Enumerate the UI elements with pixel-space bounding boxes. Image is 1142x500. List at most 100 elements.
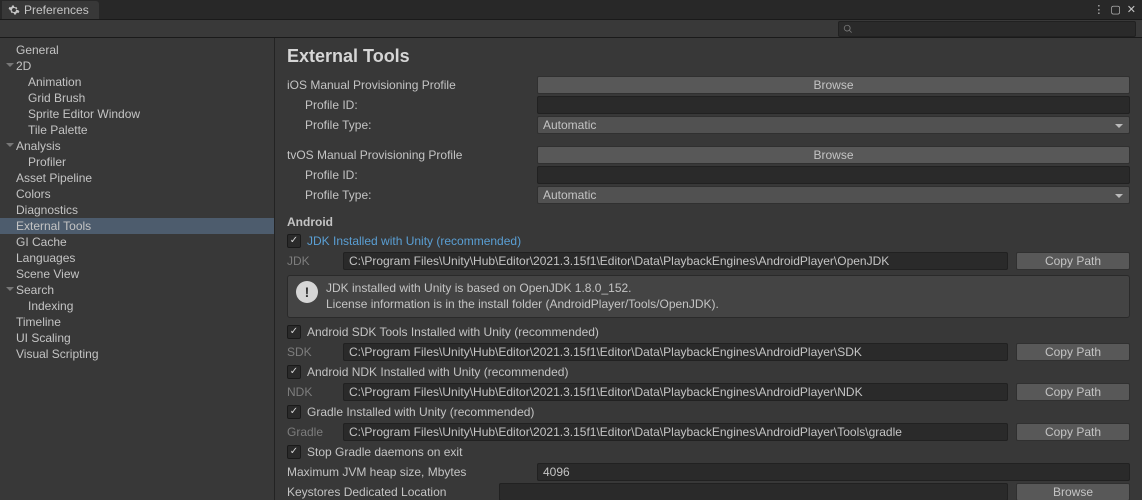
sidebar-item-asset-pipeline[interactable]: Asset Pipeline	[0, 170, 274, 186]
toolbar	[0, 20, 1142, 38]
sidebar-item-label: Animation	[28, 75, 81, 89]
tvos-browse-button[interactable]: Browse	[537, 146, 1130, 164]
sidebar-item-languages[interactable]: Languages	[0, 250, 274, 266]
gear-icon	[8, 4, 20, 16]
jdk-checkbox-label[interactable]: JDK Installed with Unity (recommended)	[307, 234, 521, 248]
sidebar-item-scene-view[interactable]: Scene View	[0, 266, 274, 282]
sidebar-item-label: Grid Brush	[28, 91, 85, 105]
stop-daemons-label: Stop Gradle daemons on exit	[307, 445, 462, 459]
page-title: External Tools	[287, 46, 1130, 67]
ios-profile-type-dropdown[interactable]: Automatic	[537, 116, 1130, 134]
chevron-down-icon	[4, 59, 16, 71]
jvm-heap-field[interactable]: 4096	[537, 463, 1130, 481]
sidebar-item-animation[interactable]: Animation	[0, 74, 274, 90]
sidebar-item-label: General	[16, 43, 59, 57]
close-icon[interactable]: ✕	[1127, 3, 1136, 16]
chevron-down-icon	[4, 139, 16, 151]
ios-profile-id-label: Profile ID:	[287, 98, 537, 112]
tvos-profile-type-label: Profile Type:	[287, 188, 537, 202]
window-title: Preferences	[24, 3, 89, 17]
sidebar-item-analysis[interactable]: Analysis	[0, 138, 274, 154]
ndk-checkbox[interactable]	[287, 365, 301, 379]
sidebar-item-label: UI Scaling	[16, 331, 71, 345]
sidebar-item-label: Visual Scripting	[16, 347, 99, 361]
search-input[interactable]	[838, 21, 1136, 37]
jdk-path-field[interactable]: C:\Program Files\Unity\Hub\Editor\2021.3…	[343, 252, 1008, 270]
tvos-section-title: tvOS Manual Provisioning Profile	[287, 148, 537, 162]
ios-profile-type-label: Profile Type:	[287, 118, 537, 132]
keystore-label: Keystores Dedicated Location	[287, 485, 499, 499]
sidebar-item-timeline[interactable]: Timeline	[0, 314, 274, 330]
gradle-label: Gradle	[287, 425, 343, 439]
keystore-field[interactable]	[499, 483, 1008, 500]
sidebar-item-label: Timeline	[16, 315, 61, 329]
sidebar-item-sprite-editor-window[interactable]: Sprite Editor Window	[0, 106, 274, 122]
maximize-icon[interactable]: ▢	[1110, 3, 1120, 16]
kebab-icon[interactable]: ⋮	[1093, 3, 1104, 16]
sidebar-item-external-tools[interactable]: External Tools	[0, 218, 274, 234]
sidebar-item-label: GI Cache	[16, 235, 67, 249]
sdk-checkbox-label: Android SDK Tools Installed with Unity (…	[307, 325, 599, 339]
sidebar-item-label: Analysis	[16, 139, 61, 153]
jvm-heap-label: Maximum JVM heap size, Mbytes	[287, 465, 537, 479]
sidebar-item-label: Indexing	[28, 299, 73, 313]
sidebar-item-profiler[interactable]: Profiler	[0, 154, 274, 170]
gradle-path-field[interactable]: C:\Program Files\Unity\Hub\Editor\2021.3…	[343, 423, 1008, 441]
sidebar-item-label: Tile Palette	[28, 123, 88, 137]
sidebar-item-label: Diagnostics	[16, 203, 78, 217]
sidebar-item-tile-palette[interactable]: Tile Palette	[0, 122, 274, 138]
sidebar-item-ui-scaling[interactable]: UI Scaling	[0, 330, 274, 346]
sidebar-item-label: External Tools	[16, 219, 91, 233]
jdk-checkbox[interactable]	[287, 234, 301, 248]
ndk-checkbox-label: Android NDK Installed with Unity (recomm…	[307, 365, 568, 379]
ios-profile-id-field[interactable]	[537, 96, 1130, 114]
ios-section-title: iOS Manual Provisioning Profile	[287, 78, 537, 92]
info-icon: !	[296, 281, 318, 303]
sidebar-item-label: Languages	[16, 251, 75, 265]
tvos-profile-id-field[interactable]	[537, 166, 1130, 184]
jdk-info-box: ! JDK installed with Unity is based on O…	[287, 275, 1130, 318]
sdk-copy-button[interactable]: Copy Path	[1016, 343, 1130, 361]
sidebar-item-colors[interactable]: Colors	[0, 186, 274, 202]
ios-browse-button[interactable]: Browse	[537, 76, 1130, 94]
sidebar: General 2D Animation Grid Brush Sprite Edito…	[0, 38, 275, 500]
chevron-down-icon	[4, 283, 16, 295]
sidebar-item-label: Search	[16, 283, 54, 297]
sidebar-item-label: Asset Pipeline	[16, 171, 92, 185]
sidebar-item-grid-brush[interactable]: Grid Brush	[0, 90, 274, 106]
tvos-profile-id-label: Profile ID:	[287, 168, 537, 182]
gradle-copy-button[interactable]: Copy Path	[1016, 423, 1130, 441]
tvos-profile-type-dropdown[interactable]: Automatic	[537, 186, 1130, 204]
jdk-info-line1: JDK installed with Unity is based on Ope…	[326, 281, 719, 297]
jdk-info-line2: License information is in the install fo…	[326, 297, 719, 313]
sidebar-item-label: Scene View	[16, 267, 79, 281]
sdk-path-field[interactable]: C:\Program Files\Unity\Hub\Editor\2021.3…	[343, 343, 1008, 361]
ndk-label: NDK	[287, 385, 343, 399]
jdk-label: JDK	[287, 254, 343, 268]
android-section-title: Android	[287, 215, 1130, 229]
search-icon	[843, 24, 853, 34]
title-bar: Preferences ⋮ ▢ ✕	[0, 0, 1142, 20]
stop-daemons-checkbox[interactable]	[287, 445, 301, 459]
sdk-label: SDK	[287, 345, 343, 359]
window-tab[interactable]: Preferences	[2, 1, 99, 19]
sidebar-item-general[interactable]: General	[0, 42, 274, 58]
sidebar-item-label: Profiler	[28, 155, 66, 169]
sidebar-item-search[interactable]: Search	[0, 282, 274, 298]
gradle-checkbox-label: Gradle Installed with Unity (recommended…	[307, 405, 534, 419]
sidebar-item-label: 2D	[16, 59, 31, 73]
sdk-checkbox[interactable]	[287, 325, 301, 339]
sidebar-item-2d[interactable]: 2D	[0, 58, 274, 74]
jdk-copy-button[interactable]: Copy Path	[1016, 252, 1130, 270]
sidebar-item-visual-scripting[interactable]: Visual Scripting	[0, 346, 274, 362]
sidebar-item-diagnostics[interactable]: Diagnostics	[0, 202, 274, 218]
sidebar-item-indexing[interactable]: Indexing	[0, 298, 274, 314]
content-panel: External Tools iOS Manual Provisioning P…	[275, 38, 1142, 500]
sidebar-item-gi-cache[interactable]: GI Cache	[0, 234, 274, 250]
ndk-path-field[interactable]: C:\Program Files\Unity\Hub\Editor\2021.3…	[343, 383, 1008, 401]
keystore-browse-button[interactable]: Browse	[1016, 483, 1130, 500]
ndk-copy-button[interactable]: Copy Path	[1016, 383, 1130, 401]
sidebar-item-label: Sprite Editor Window	[28, 107, 140, 121]
gradle-checkbox[interactable]	[287, 405, 301, 419]
sidebar-item-label: Colors	[16, 187, 51, 201]
